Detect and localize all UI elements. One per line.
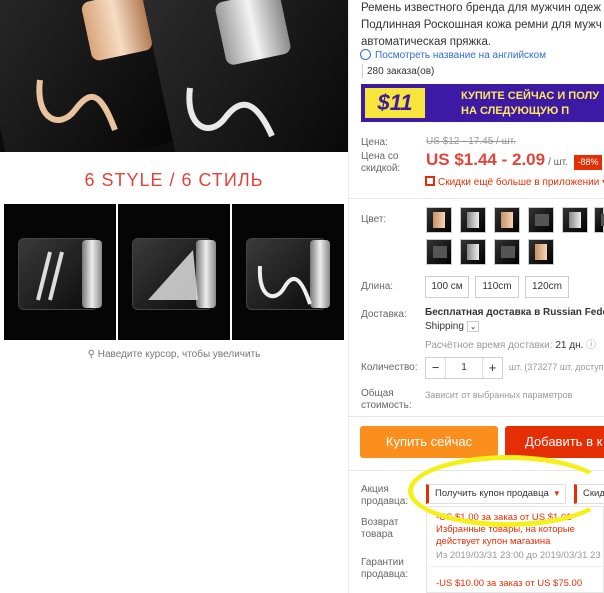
triangle-logo	[148, 250, 198, 300]
banner-line-2: НА СЛЕДУЮЩУЮ П	[461, 105, 570, 117]
orders-separator	[362, 64, 363, 78]
color-swatch-10[interactable]	[528, 239, 554, 265]
s-logo	[257, 265, 312, 305]
size-option-110[interactable]: 110cm	[475, 276, 519, 298]
coupon-1-desc-2: действует купон магазина	[436, 536, 551, 547]
price-label: Цена:	[361, 137, 388, 148]
product-page: 6 STYLE / 6 СТИЛЬ ⚲ Наведите курсор, что…	[0, 0, 604, 593]
quantity-label: Количество:	[361, 362, 418, 373]
translate-icon	[360, 49, 371, 60]
color-swatch-1[interactable]	[426, 207, 452, 233]
color-swatch-2[interactable]	[460, 207, 486, 233]
section-divider	[348, 416, 604, 417]
shipping-label: Доставка:	[361, 309, 407, 320]
discount-badge: -88%	[574, 155, 602, 170]
s-logo-silver	[186, 87, 275, 138]
s-logo-gold	[36, 79, 118, 132]
info-icon[interactable]: ⓘ	[586, 340, 596, 351]
color-swatch-5[interactable]	[562, 207, 588, 233]
sale-price-value: US $1.44 - 2.09	[426, 150, 546, 169]
color-swatch-4[interactable]	[528, 207, 554, 233]
thumbnail-1[interactable]	[4, 204, 116, 340]
title-line-2: Подлинная Роскошная кожа ремни для мужч	[361, 19, 602, 31]
zoom-hint: ⚲ Наведите курсор, чтобы увеличить	[0, 349, 348, 360]
banner-line-1: КУПИТЕ СЕЙЧАС И ПОЛУ	[461, 90, 600, 102]
color-label: Цвет:	[361, 214, 387, 225]
style-title: 6 STYLE / 6 СТИЛЬ	[84, 170, 264, 190]
shipping-text: Бесплатная доставка в Russian Federa	[425, 307, 604, 318]
decrement-button[interactable]: −	[426, 358, 446, 378]
shipping-text-2: Shipping	[425, 321, 464, 332]
column-divider	[348, 0, 349, 593]
coupon-divider	[430, 566, 604, 567]
banner-amount: $11	[365, 88, 425, 118]
delivery-time: Расчётное время доставки: 21 дн. ⓘ	[425, 336, 596, 351]
translate-link-text: Посмотреть название на английском	[375, 50, 546, 61]
sale-price: US $1.44 - 2.09/ шт.	[426, 150, 568, 170]
quantity-input[interactable]: 1	[446, 358, 482, 378]
size-option-120[interactable]: 120cm	[525, 276, 569, 298]
yellow-highlight-annotation	[408, 455, 604, 527]
color-swatch-6[interactable]	[594, 207, 604, 233]
color-swatch-7[interactable]	[426, 239, 452, 265]
quantity-available: шт. (373277 шт. доступно	[509, 362, 604, 372]
price-unit: / шт.	[548, 157, 568, 168]
old-price: US $12 - 17.45 / шт.	[426, 136, 516, 147]
thumbnail-3[interactable]	[232, 204, 344, 340]
color-swatch-9[interactable]	[494, 239, 520, 265]
app-deal-text: Скидки ещё больше в приложении	[438, 177, 600, 188]
color-swatch-3[interactable]	[494, 207, 520, 233]
title-line-1: Ремень известного бренда для мужчин одеж	[361, 2, 601, 14]
chevron-down-icon: ⌄	[466, 321, 480, 332]
delivery-time-label: Расчётное время доставки:	[425, 340, 553, 351]
size-option-100[interactable]: 100 см	[425, 276, 469, 298]
coupon-2-value[interactable]: -US $10.00 за заказ от US $75.00	[436, 578, 582, 590]
total-note: Зависит от выбранных параметров	[425, 390, 573, 400]
promo-banner[interactable]: $11 КУПИТЕ СЕЙЧАС И ПОЛУ НА СЛЕДУЮЩУЮ П	[361, 84, 604, 122]
buy-now-button[interactable]: Купить сейчас	[360, 426, 498, 458]
return-label: Возврат товара	[361, 517, 399, 540]
orders-count: 280 заказа(ов)	[367, 66, 435, 77]
magnifier-icon: ⚲	[87, 349, 95, 360]
app-deal-link[interactable]: Скидки ещё больше в приложении ▾	[425, 176, 604, 188]
buckle-clip	[82, 240, 102, 308]
color-swatch-8[interactable]	[460, 239, 486, 265]
thumbnail-2[interactable]	[118, 204, 230, 340]
zoom-hint-text: Наведите курсор, чтобы увеличить	[97, 349, 261, 360]
qr-code-icon	[425, 176, 435, 186]
section-divider	[348, 198, 604, 199]
main-product-image[interactable]	[0, 0, 348, 152]
product-title: Ремень известного бренда для мужчин одеж…	[361, 0, 604, 51]
delivery-days: 21 дн.	[555, 340, 584, 351]
stripe-logo	[36, 251, 64, 301]
shipping-method[interactable]: Бесплатная доставка в Russian Federa Shi…	[425, 306, 604, 334]
translate-link[interactable]: Посмотреть название на английском	[360, 49, 546, 61]
quantity-stepper: − 1 +	[425, 357, 503, 379]
add-to-cart-button[interactable]: Добавить в к	[505, 426, 604, 458]
increment-button[interactable]: +	[482, 358, 502, 378]
guarantee-label: Гарантии продавца:	[361, 557, 409, 580]
total-label: Общая стоимость:	[361, 388, 412, 411]
coupon-1-date: Из 2019/03/31 23:00 до 2019/03/31 23	[436, 550, 601, 561]
length-label: Длина:	[361, 281, 394, 292]
sale-price-label: Цена со скидкой:	[361, 151, 401, 174]
